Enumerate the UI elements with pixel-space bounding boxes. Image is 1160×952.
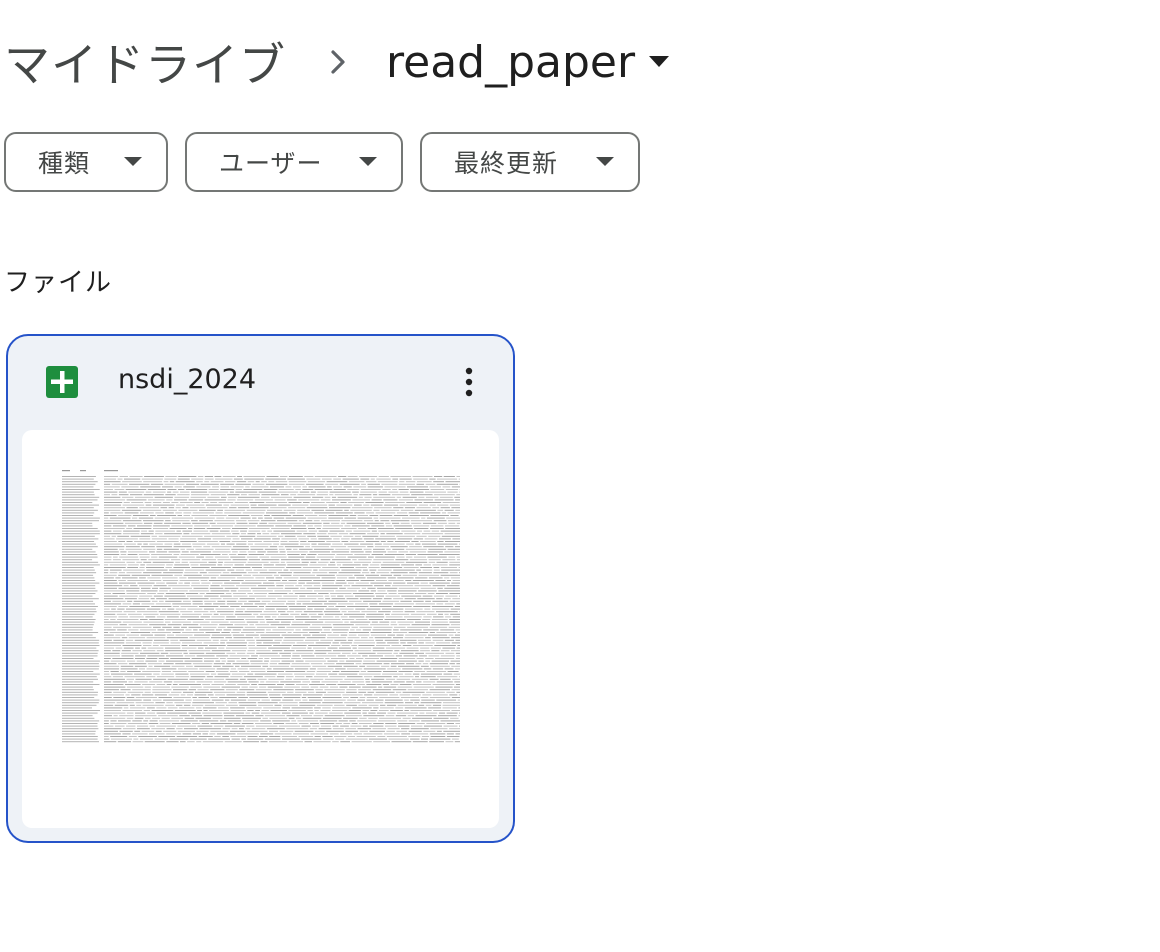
more-vert-icon (465, 367, 473, 397)
filter-user-label: ユーザー (219, 149, 323, 178)
chevron-right-icon (330, 49, 346, 75)
breadcrumb-current-folder[interactable]: read_paper (386, 36, 670, 88)
file-card[interactable]: nsdi_2024 (6, 334, 515, 843)
filter-type-label: 種類 (38, 149, 91, 178)
caret-down-icon (124, 157, 142, 167)
breadcrumb: マイドライブ read_paper (4, 22, 670, 102)
filter-user-button[interactable]: ユーザー (185, 132, 403, 192)
caret-down-icon (649, 56, 670, 68)
caret-down-icon (359, 157, 377, 167)
file-thumbnail (22, 430, 499, 828)
filter-chips: 種類 ユーザー 最終更新 (4, 132, 640, 192)
filter-modified-label: 最終更新 (454, 149, 559, 178)
file-name: nsdi_2024 (118, 364, 257, 395)
more-actions-button[interactable] (449, 362, 489, 402)
breadcrumb-my-drive[interactable]: マイドライブ (4, 29, 286, 95)
google-sheets-icon (46, 366, 78, 398)
filter-type-button[interactable]: 種類 (4, 132, 168, 192)
spreadsheet-preview-image (62, 470, 460, 743)
drive-folder-view: マイドライブ read_paper 種類 ユーザー 最終更新 ファイル nsdi… (0, 0, 1160, 952)
filter-modified-button[interactable]: 最終更新 (420, 132, 640, 192)
caret-down-icon (596, 157, 614, 167)
breadcrumb-current-label: read_paper (386, 36, 636, 88)
file-card-header: nsdi_2024 (8, 336, 513, 428)
files-section-title: ファイル (4, 268, 113, 298)
